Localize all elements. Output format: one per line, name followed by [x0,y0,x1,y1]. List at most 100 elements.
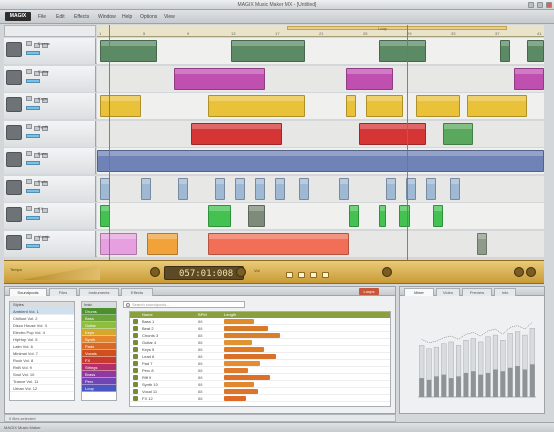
audio-clip[interactable] [207,232,350,255]
track-lane[interactable] [97,175,544,202]
instrument-item[interactable]: Loop [82,385,116,392]
track-name[interactable]: Vocals [38,234,50,239]
loop-range[interactable]: Loop [287,26,507,31]
mute-button[interactable] [26,68,32,74]
instrument-item[interactable]: Synth [82,336,116,343]
track-name[interactable]: Guitar [38,69,49,74]
audio-clip[interactable] [231,40,306,62]
timeline-ruler[interactable]: Loop 1 5 9 13 17 21 25 29 33 37 41 [97,25,544,37]
soundpool-item[interactable]: Soul Vol. 10 [10,371,74,378]
audio-clip[interactable] [100,232,138,255]
soundpool-item[interactable]: Urban Vol. 12 [10,385,74,392]
audio-clip[interactable] [174,67,266,90]
record-button[interactable] [310,272,317,278]
loop-button[interactable] [322,272,329,278]
track-header[interactable]: Pads [4,175,96,202]
audio-clip[interactable] [207,95,306,117]
soundpool-item[interactable]: Rock Vol. 8 [10,357,74,364]
menu-effects[interactable]: Effects [74,14,89,20]
tab-video[interactable]: Video [436,288,460,296]
track-header[interactable]: FX [4,203,96,229]
menu-edit[interactable]: Edit [56,14,65,20]
audio-clip[interactable] [248,205,266,227]
audio-clip[interactable] [379,205,387,227]
track-header[interactable]: Synth [4,120,96,147]
tab-soundpools[interactable]: Soundpools [9,288,47,296]
audio-clip[interactable] [416,95,460,117]
maximize-button[interactable] [537,2,543,8]
audio-clip[interactable] [254,177,266,200]
track-lane[interactable] [97,65,544,92]
track-volume-meter[interactable] [26,51,40,55]
track-header[interactable]: Guitar [4,65,96,92]
track-lane[interactable] [97,203,544,229]
track-lane[interactable] [97,230,544,257]
tab-info[interactable]: Info [494,288,516,296]
minimize-button[interactable] [528,2,534,8]
track-header[interactable]: Vocals [4,230,96,257]
soundpool-item[interactable]: RnB Vol. 9 [10,364,74,371]
audio-clip[interactable] [345,95,356,117]
instrument-item[interactable]: Drums [82,308,116,315]
audio-clip[interactable] [513,67,544,90]
loop-end-marker[interactable] [407,25,408,260]
track-name[interactable]: Synth [38,124,48,129]
loop-row[interactable]: Pad 7 88 [130,360,390,367]
track-volume-meter[interactable] [26,78,40,83]
instrument-item[interactable]: FX [82,357,116,364]
loop-row[interactable]: Perc 8 88 [130,367,390,374]
volume-knob[interactable] [236,267,246,277]
soundpool-item[interactable]: Trance Vol. 11 [10,378,74,385]
audio-clip[interactable] [97,150,544,172]
loop-row[interactable]: Guitar 4 88 [130,339,390,346]
audio-clip[interactable] [207,205,232,227]
menu-view[interactable]: View [164,14,175,20]
audio-clip[interactable] [365,95,403,117]
play-button[interactable] [286,272,293,278]
instrument-item[interactable]: Strings [82,364,116,371]
track-lane[interactable] [97,93,544,119]
track-volume-meter[interactable] [26,243,40,248]
menu-options[interactable]: Options [140,14,157,20]
track-header[interactable]: Bass [4,148,96,174]
track-volume-meter[interactable] [26,133,40,138]
master-knob[interactable] [382,267,392,277]
mute-button[interactable] [26,96,32,101]
tab-mixer[interactable]: Mixer [404,288,434,296]
mute-button[interactable] [26,206,32,211]
mute-button[interactable] [26,123,32,129]
instrument-item[interactable]: Vocals [82,350,116,357]
audio-clip[interactable] [147,232,178,255]
audio-clip[interactable] [433,205,444,227]
mute-button[interactable] [26,151,32,156]
tab-instruments[interactable]: Instruments [79,288,119,296]
audio-clip[interactable] [345,67,393,90]
soundpool-item[interactable]: Latin Vol. 6 [10,343,74,350]
tab-effects[interactable]: Effects [121,288,153,296]
track-lane[interactable] [97,120,544,147]
audio-clip[interactable] [379,40,427,62]
menu-window[interactable]: Window [98,14,116,20]
track-name[interactable]: Drums [38,41,50,46]
instrument-item[interactable]: Guitar [82,322,116,329]
track-header[interactable]: Drums [4,38,96,64]
loop-row[interactable]: Vocal 11 88 [130,388,390,395]
instrument-item[interactable]: Keys [82,329,116,336]
mute-button[interactable] [26,233,32,239]
loops-button[interactable]: Loops [359,288,379,295]
audio-clip[interactable] [140,177,151,200]
loop-row[interactable]: Bass 1 88 [130,318,390,325]
track-volume-meter[interactable] [26,161,40,165]
audio-clip[interactable] [214,177,225,200]
audio-clip[interactable] [466,95,528,117]
pan-knob[interactable] [526,267,536,277]
audio-clip[interactable] [359,122,427,145]
audio-clip[interactable] [443,122,474,145]
audio-clip[interactable] [298,177,309,200]
zoom-knob[interactable] [514,267,524,277]
track-lane[interactable] [97,148,544,174]
audio-clip[interactable] [426,177,437,200]
instrument-item[interactable]: Pads [82,343,116,350]
audio-clip[interactable] [386,177,397,200]
instrument-item[interactable]: Bass [82,315,116,322]
